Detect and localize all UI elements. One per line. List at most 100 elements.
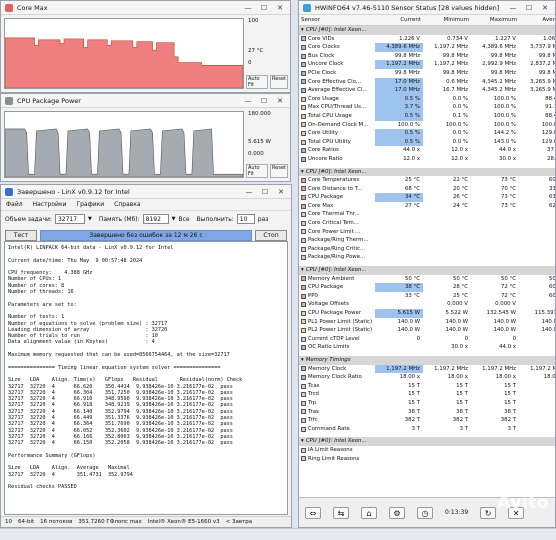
nav-arrows-icon[interactable]: ⇔ xyxy=(305,506,321,519)
sensor-row[interactable]: PL2 Power Limit (Static) 140.0 W 140.0 W 14… xyxy=(299,326,555,335)
reset-icon[interactable]: ↻ xyxy=(480,506,497,519)
sensor-row[interactable]: Average Effective Cl... 17.0 MHz 16.7 MHz 4… xyxy=(299,86,555,95)
test-button[interactable]: Тест xyxy=(5,230,37,241)
sensor-row[interactable]: PCIe Clock 99.8 MHz 99.8 MHz 99.8 MHz 99.8 M… xyxy=(299,68,555,78)
sensor-row[interactable]: Core Utility 0.5 % 0.0 % 144.2 % 129.0 % xyxy=(299,129,555,138)
sensor-row[interactable]: Max CPU/Thread Us... 3.7 % 0.0 % 100.0 % 91.… xyxy=(299,103,555,112)
collapse-icon[interactable]: ▾ xyxy=(301,168,304,177)
sensor-group-header[interactable]: ▾ CPU [#0]: Intel Xeon... xyxy=(299,167,555,177)
sensor-row[interactable]: Core Clocks 4,389.6 MHz 1,197.2 MHz 4,389.6… xyxy=(299,43,555,52)
sensor-row[interactable]: Core Usage 0.5 % 0.0 % 100.0 % 88.4 % xyxy=(299,94,555,104)
sensor-row[interactable]: OC Ratio Limits 30.0 x 44.0 x xyxy=(299,343,555,352)
sensor-row[interactable]: Total CPU Usage 0.5 % 0.1 % 100.0 % 88.4 % xyxy=(299,111,555,121)
cpu-power-titlebar[interactable]: CPU Package Power — ☐ ✕ xyxy=(1,94,290,108)
maximize-icon[interactable]: ☐ xyxy=(258,97,270,105)
minimize-icon[interactable]: — xyxy=(243,188,255,196)
collapse-icon[interactable]: ▾ xyxy=(301,356,304,365)
hwinfo-titlebar[interactable]: HWiNFO64 v7.46-5110 Sensor Status [28 va… xyxy=(299,1,555,15)
maximize-icon[interactable]: ☐ xyxy=(523,4,535,12)
sensors-config-icon[interactable]: ⚙ xyxy=(389,506,405,519)
memory-input[interactable]: 8192 xyxy=(142,214,169,224)
auto-fit-button[interactable]: Auto Fit xyxy=(246,75,269,89)
sensor-row[interactable]: Total CPU Utility 0.5 % 0.0 % 143.0 % 129.0 … xyxy=(299,137,555,147)
sensor-row[interactable]: Core Ratios 44.0 x 12.0 x 44.0 x 37.5 x xyxy=(299,146,555,155)
close-icon[interactable]: ✕ xyxy=(274,97,286,105)
menu-file[interactable]: Файл xyxy=(6,201,23,208)
sensor-row[interactable]: On-Demand Clock M... 100.0 % 100.0 % 100.0 … xyxy=(299,120,555,130)
minimize-icon[interactable]: — xyxy=(507,4,519,12)
stop-button[interactable]: Стоп xyxy=(255,230,287,241)
menu-graphs[interactable]: Графики xyxy=(76,201,104,208)
collapse-icon[interactable]: ▾ xyxy=(301,26,304,35)
sensor-row[interactable]: Core Distance to T... 68 °C 20 °C 70 °C 33 °… xyxy=(299,184,555,194)
col-sensor[interactable]: Sensor xyxy=(299,15,375,25)
col-average[interactable]: Average xyxy=(519,15,555,25)
sensor-row[interactable]: Memory Clock Ratio 18.00 x 18.00 x 18.00 x 1… xyxy=(299,373,555,382)
sensor-group-header[interactable]: ▾ Memory Timings xyxy=(299,355,555,365)
chevron-down-icon[interactable]: ▼ xyxy=(88,216,92,222)
output-log[interactable]: Intel(R) LINPACK 64-bit data - LinX v0.9… xyxy=(4,241,288,515)
auto-fit-button[interactable]: Auto Fit xyxy=(246,164,269,178)
network-icon[interactable]: ⌂ xyxy=(361,506,377,519)
sensor-row[interactable]: Bus Clock 99.8 MHz 99.8 MHz 99.8 MHz 99.8 MH… xyxy=(299,51,555,61)
sensor-group-header[interactable]: ▾ CPU [#0]: Intel Xeon... xyxy=(299,437,555,446)
sensor-row[interactable]: Core Thermal Thr... xyxy=(299,210,555,220)
sensor-row[interactable]: CPU Package 38 °C 28 °C 72 °C 60 °C xyxy=(299,283,555,292)
menu-help[interactable]: Справка xyxy=(114,201,140,208)
reset-button[interactable]: Reset xyxy=(270,75,288,89)
sensor-row[interactable]: Core Power Limit ... xyxy=(299,227,555,237)
sensor-row[interactable]: Core Max 27 °C 24 °C 73 °C 62 °C xyxy=(299,201,555,211)
sensor-row[interactable]: Package/Ring Critic... xyxy=(299,244,555,254)
sensor-row[interactable]: Package/Ring Therm... xyxy=(299,236,555,245)
sensor-row[interactable]: Core Temperatures 25 °C 22 °C 73 °C 60 °C xyxy=(299,176,555,185)
chevron-down-icon[interactable]: ▼ xyxy=(172,216,176,222)
sensor-row[interactable]: Core Critical Tem... xyxy=(299,219,555,228)
sensor-row[interactable]: Memory Ambient 50 °C 50 °C 50 °C 50 °C xyxy=(299,274,555,284)
sensor-table[interactable]: ▾ CPU [#0]: Intel Xeon... Core VIDs 1.226 V… xyxy=(299,26,555,464)
col-minimum[interactable]: Minimum xyxy=(423,15,471,25)
problem-size-input[interactable]: 32717 xyxy=(54,214,85,224)
close-icon[interactable]: ✕ xyxy=(274,4,286,12)
taskbar[interactable] xyxy=(0,528,556,540)
sensor-group-header[interactable]: ▾ CPU [#0]: Intel Xeon... xyxy=(299,266,555,275)
sensor-row[interactable]: Tras 38 T 38 T 38 T xyxy=(299,407,555,417)
sensor-row[interactable]: Memory Clock 1,197.2 MHz 1,197.2 MHz 1,197.… xyxy=(299,364,555,374)
sensor-row[interactable]: CPU Package 34 °C 26 °C 73 °C 63 °C xyxy=(299,193,555,202)
sensor-row[interactable]: Package/Ring Powe... xyxy=(299,253,555,263)
collapse-icon[interactable]: ▾ xyxy=(301,266,304,275)
hwinfo-window[interactable]: HWiNFO64 v7.46-5110 Sensor Status [28 va… xyxy=(298,0,556,528)
sensor-row[interactable]: Uncore Ratio 12.0 x 12.0 x 30.0 x 28.4 x xyxy=(299,154,555,164)
sensor-row[interactable]: Tcas 15 T 15 T 15 T xyxy=(299,381,555,391)
collapse-icon[interactable]: ▾ xyxy=(301,437,304,446)
sensor-group-header[interactable]: ▾ CPU [#0]: Intel Xeon... xyxy=(299,26,555,35)
maximize-icon[interactable]: ☐ xyxy=(258,4,270,12)
sensor-row[interactable]: Ring Limit Reasons xyxy=(299,454,555,464)
minimize-icon[interactable]: — xyxy=(242,97,254,105)
collapse-arrows-icon[interactable]: ⇆ xyxy=(333,506,349,519)
core-max-window[interactable]: Core Max — ☐ ✕ 100 27 °C 0 Auto Fit Rese… xyxy=(0,0,291,93)
sensor-row[interactable]: PP0 33 °C 25 °C 72 °C 60 °C xyxy=(299,291,555,301)
sensor-row[interactable]: CPU Package Power 5.615 W 5.522 W 132.545 W… xyxy=(299,309,555,318)
sensor-row[interactable]: IA Limit Reasons xyxy=(299,445,555,455)
core-max-titlebar[interactable]: Core Max — ☐ ✕ xyxy=(1,1,290,15)
menu-settings[interactable]: Настройки xyxy=(33,201,67,208)
col-current[interactable]: Current xyxy=(375,15,423,25)
sensor-row[interactable]: Core VIDs 1.226 V 0.734 V 1.227 V 1.065 V xyxy=(299,34,555,44)
linx-titlebar[interactable]: Завершено - LinX v0.9.12 for Intel — ☐ ✕ xyxy=(1,185,291,199)
linx-window[interactable]: Завершено - LinX v0.9.12 for Intel — ☐ ✕… xyxy=(0,184,292,528)
sensor-row[interactable]: Command Rate 3 T 3 T 3 T xyxy=(299,424,555,434)
sensor-row[interactable]: Trcd 15 T 15 T 15 T xyxy=(299,390,555,399)
sensor-row[interactable]: Voltage Offsets 0.000 V 0.000 V xyxy=(299,300,555,309)
minimize-icon[interactable]: — xyxy=(242,4,254,12)
sensor-row[interactable]: Core Effective Clo... 17.0 MHz 0.6 MHz 4,34… xyxy=(299,77,555,87)
all-button[interactable]: Все xyxy=(179,216,190,223)
close-icon[interactable]: ✕ xyxy=(275,188,287,196)
close-icon[interactable]: ✕ xyxy=(539,4,551,12)
sensor-row[interactable]: Current cTDP Level0000 xyxy=(299,334,555,344)
runs-input[interactable]: 10 xyxy=(236,214,255,224)
maximize-icon[interactable]: ☐ xyxy=(259,188,271,196)
sensor-row[interactable]: Trp 15 T 15 T 15 T xyxy=(299,398,555,408)
cpu-power-window[interactable]: CPU Package Power — ☐ ✕ 180.000 5.615 W … xyxy=(0,93,291,182)
sensor-row[interactable]: Uncore Clock 1,197.2 MHz 1,197.2 MHz 2,992.… xyxy=(299,60,555,69)
reset-button[interactable]: Reset xyxy=(270,164,288,178)
